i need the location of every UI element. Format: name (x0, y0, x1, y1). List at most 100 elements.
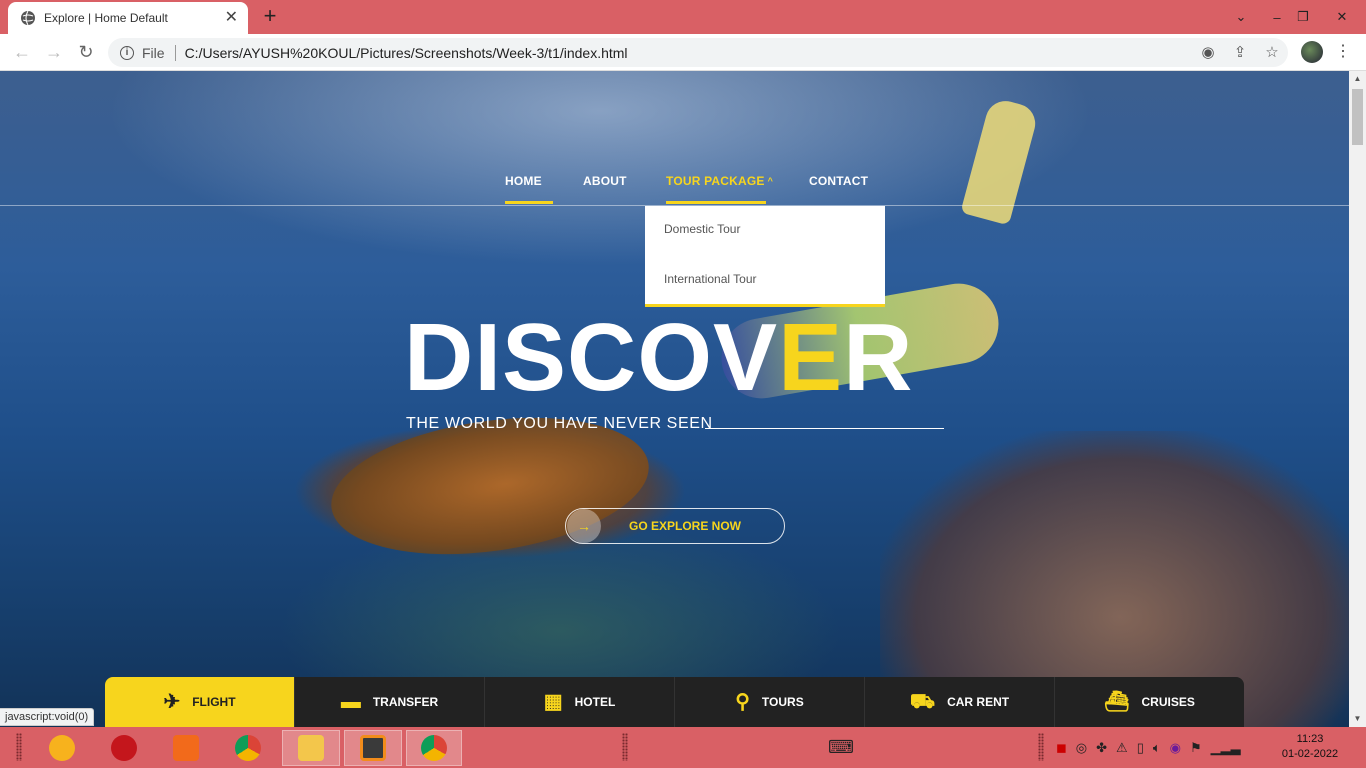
taxi-icon: ⛟ (909, 691, 936, 713)
flag-icon[interactable]: ⚑ (1190, 740, 1202, 756)
reload-icon[interactable]: ↻ (74, 40, 98, 64)
vpn-app-icon (49, 735, 75, 761)
service-tab-transfer[interactable]: ▬ TRANSFER (295, 677, 485, 727)
nav-home-underline (505, 201, 553, 204)
hero-subtitle-line (705, 428, 944, 429)
taskbar-app-antivirus[interactable] (104, 730, 144, 766)
scroll-up-icon[interactable]: ▲ (1349, 71, 1366, 87)
airplane-icon: ✈ (163, 691, 181, 713)
bookmark-star-icon[interactable]: ☆ (1262, 42, 1282, 62)
url-field[interactable]: i File C:/Users/AYUSH%20KOUL/Pictures/Sc… (108, 38, 1288, 67)
eye-off-icon[interactable]: ◉ (1198, 42, 1218, 62)
folder-app-icon (298, 735, 324, 761)
volume-icon[interactable]: 🔈︎ (1153, 740, 1161, 756)
system-tray: ◼ ◎ ✤ ⚠ ▯ 🔈︎ ◉ ⚑ ▁▂▃ (1056, 727, 1241, 768)
caret-up-icon: ^ (767, 176, 774, 186)
service-label-cruises: CRUISES (1141, 695, 1195, 709)
keyboard-icon[interactable]: ⌨ (828, 727, 854, 768)
browser-tab[interactable]: Explore | Home Default ✕ (8, 2, 248, 34)
hero-title: DISCOVER (404, 303, 913, 413)
arrow-right-icon: → (567, 509, 601, 543)
network-icon[interactable]: ▁▂▃ (1211, 740, 1241, 756)
mi-app-icon (173, 735, 199, 761)
clock-date: 01-02-2022 (1281, 748, 1339, 760)
taskbar-app-mi[interactable] (166, 730, 206, 766)
taskbar-app-chrome[interactable] (228, 730, 268, 766)
antivirus-app-icon (111, 735, 137, 761)
service-tabs: ✈ FLIGHT ▬ TRANSFER ▦ HOTEL ⚲ TOURS ⛟ CA… (105, 677, 1244, 727)
scrollbar-thumb[interactable] (1352, 89, 1363, 145)
site-info-icon[interactable]: i (120, 45, 134, 60)
tray-app-icon[interactable]: ◼ (1056, 740, 1067, 756)
browser-menu-icon[interactable]: ⋮ (1333, 42, 1353, 62)
service-label-car-rent: CAR RENT (947, 695, 1010, 709)
nav-about[interactable]: ABOUT (583, 174, 627, 188)
taskbar-grip (1038, 733, 1044, 761)
tray-color-icon[interactable]: ✤ (1096, 740, 1107, 756)
nav-tour-package[interactable]: TOUR PACKAGE ^ (666, 174, 773, 188)
omnibox-divider (174, 44, 176, 61)
car-icon: ▬ (340, 691, 361, 713)
tab-search-chevron-icon[interactable]: ⌄ (1228, 0, 1254, 34)
tab-close-icon[interactable]: ✕ (225, 10, 238, 26)
hero-title-part-2: R (843, 304, 914, 411)
taskbar-app-vpn[interactable] (42, 730, 82, 766)
hotel-icon: ▦ (543, 691, 563, 713)
ship-icon: ⛴ (1104, 691, 1130, 713)
browser-tab-strip: Explore | Home Default ✕ + ⌄ – ❐ ✕ (0, 0, 1366, 34)
taskbar-grip (622, 733, 628, 761)
link-status-tooltip: javascript:void(0) (0, 708, 95, 726)
service-tab-cruises[interactable]: ⛴ CRUISES (1055, 677, 1244, 727)
tab-title: Explore | Home Default (44, 11, 168, 25)
hero-title-highlight: E (778, 304, 844, 411)
taskbar-app-chrome-active[interactable] (406, 730, 462, 766)
go-explore-button[interactable]: → GO EXPLORE NOW (565, 508, 785, 544)
tour-package-dropdown: Domestic Tour International Tour (645, 206, 885, 307)
dropdown-item-domestic-tour[interactable]: Domestic Tour (664, 222, 740, 236)
taskbar-clock[interactable]: 11:23 01-02-2022 (1280, 732, 1340, 762)
service-tab-hotel[interactable]: ▦ HOTEL (485, 677, 675, 727)
os-taskbar: ⌨ ◼ ◎ ✤ ⚠ ▯ 🔈︎ ◉ ⚑ ▁▂▃ 11:23 01-02-2022 (0, 727, 1366, 768)
taskbar-app-file-explorer[interactable] (282, 730, 340, 766)
clock-time: 11:23 (1296, 733, 1324, 745)
hero-title-part-1: DISCOV (404, 304, 779, 411)
service-label-tours: TOURS (761, 695, 804, 709)
forward-icon[interactable]: → (42, 40, 66, 64)
hiker-icon: ⚲ (735, 691, 750, 713)
service-tab-flight[interactable]: ✈ FLIGHT (105, 677, 295, 727)
minimize-button[interactable]: – (1266, 0, 1288, 34)
page-scrollbar[interactable]: ▲ ▼ (1349, 71, 1366, 727)
file-label: File (142, 44, 165, 61)
maximize-button[interactable]: ❐ (1292, 0, 1314, 34)
page-viewport: HOME ABOUT TOUR PACKAGE ^ CONTACT Domesti… (0, 71, 1349, 727)
taskbar-grip (16, 733, 22, 761)
sublime-app-icon (360, 735, 386, 761)
new-tab-button[interactable]: + (258, 4, 282, 28)
tray-circle-icon[interactable]: ◉ (1170, 740, 1181, 756)
taskbar-app-sublime[interactable] (344, 730, 402, 766)
globe-icon (21, 10, 35, 26)
service-tab-car-rent[interactable]: ⛟ CAR RENT (865, 677, 1055, 727)
nav-tour-package-label: TOUR PACKAGE (666, 174, 765, 188)
hero-subtitle: THE WORLD YOU HAVE NEVER SEEN (406, 415, 713, 432)
tray-search-icon[interactable]: ◎ (1076, 740, 1087, 756)
main-navigation: HOME ABOUT TOUR PACKAGE ^ CONTACT (0, 71, 1349, 206)
chrome-app-icon (421, 735, 447, 761)
chrome-app-icon (235, 735, 261, 761)
window-close-button[interactable]: ✕ (1318, 0, 1366, 34)
battery-icon[interactable]: ▯ (1137, 740, 1144, 756)
service-tab-tours[interactable]: ⚲ TOURS (675, 677, 865, 727)
tray-hazard-icon[interactable]: ⚠ (1116, 740, 1128, 756)
nav-tour-package-underline (666, 201, 766, 204)
profile-avatar[interactable] (1301, 41, 1323, 63)
address-bar: ← → ↻ i File C:/Users/AYUSH%20KOUL/Pictu… (0, 34, 1366, 71)
nav-home[interactable]: HOME (505, 174, 542, 188)
scroll-down-icon[interactable]: ▼ (1349, 711, 1366, 727)
service-label-hotel: HOTEL (574, 695, 616, 709)
service-label-transfer: TRANSFER (372, 695, 439, 709)
dropdown-item-international-tour[interactable]: International Tour (664, 272, 757, 286)
nav-contact[interactable]: CONTACT (809, 174, 868, 188)
share-icon[interactable]: ⇪ (1230, 42, 1250, 62)
url-text: C:/Users/AYUSH%20KOUL/Pictures/Screensho… (184, 44, 628, 61)
back-icon[interactable]: ← (10, 40, 34, 64)
